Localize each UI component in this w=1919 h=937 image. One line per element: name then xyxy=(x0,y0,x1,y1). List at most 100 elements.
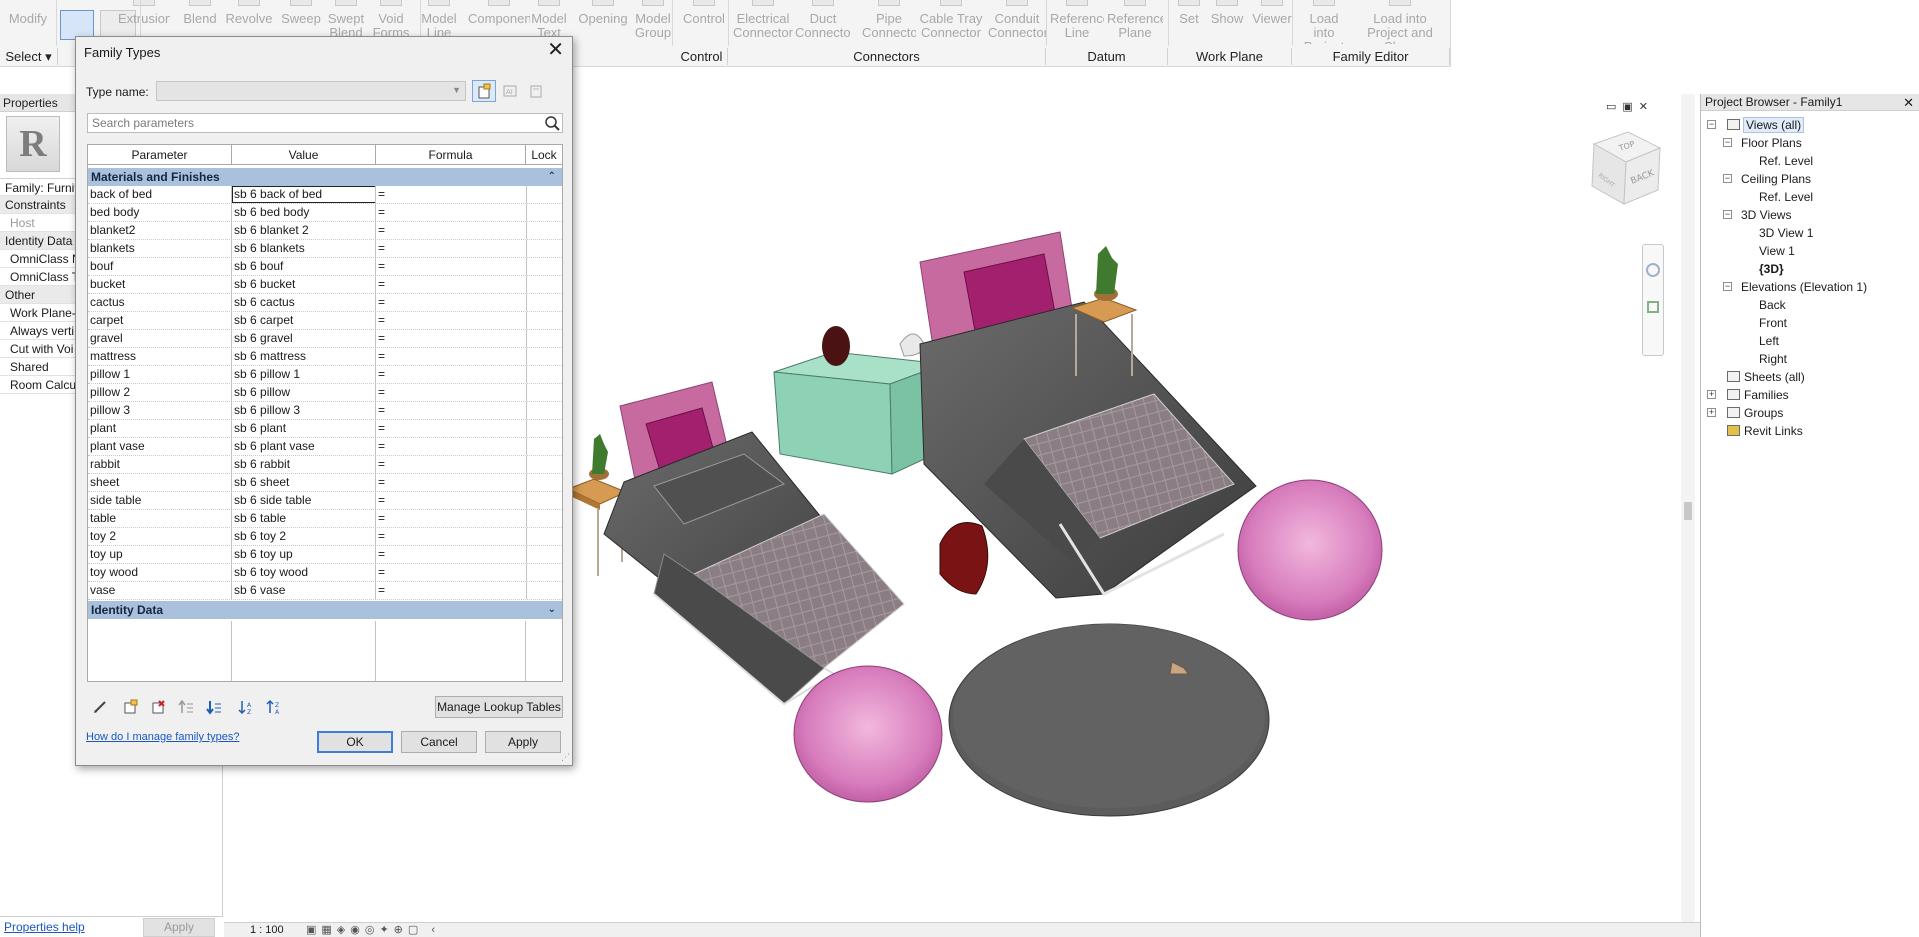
browser-node[interactable]: Ref. Level xyxy=(1759,152,1813,170)
section-identity-data[interactable]: Identity Data ⌄ xyxy=(88,601,562,619)
collapse-icon[interactable]: − xyxy=(1723,210,1732,219)
parameter-lock[interactable] xyxy=(526,564,562,581)
new-type-button[interactable] xyxy=(472,80,496,102)
parameter-row[interactable]: toy 2 sb 6 toy 2 = xyxy=(88,528,562,546)
apply-button[interactable]: Apply xyxy=(485,731,561,753)
parameter-row[interactable]: plant vase sb 6 plant vase = xyxy=(88,438,562,456)
parameter-lock[interactable] xyxy=(526,402,562,419)
browser-node[interactable]: −3D Views xyxy=(1723,206,1791,224)
parameter-row[interactable]: vase sb 6 vase = xyxy=(88,582,562,600)
properties-help-link[interactable]: Properties help xyxy=(4,920,85,934)
help-link[interactable]: How do I manage family types? xyxy=(86,731,239,743)
parameter-row[interactable]: blankets sb 6 blankets = xyxy=(88,240,562,258)
parameter-formula[interactable]: = xyxy=(378,258,524,275)
parameter-lock[interactable] xyxy=(526,474,562,491)
parameter-formula[interactable]: = xyxy=(378,384,524,401)
ribbon-tool[interactable]: Duct Connector xyxy=(795,0,851,44)
parameter-formula[interactable]: = xyxy=(378,564,524,581)
parameter-row[interactable]: blanket2 sb 6 blanket 2 = xyxy=(88,222,562,240)
parameter-lock[interactable] xyxy=(526,456,562,473)
expand-icon[interactable]: ⌄ xyxy=(548,601,556,619)
parameter-lock[interactable] xyxy=(526,384,562,401)
parameter-lock[interactable] xyxy=(526,492,562,509)
browser-node[interactable]: Front xyxy=(1759,314,1787,332)
browser-node[interactable]: − Elevations (Elevation 1) xyxy=(1723,278,1867,296)
parameter-row[interactable]: gravel sb 6 gravel = xyxy=(88,330,562,348)
parameter-value[interactable]: sb 6 pillow xyxy=(232,384,376,401)
view-vertical-scrollbar[interactable] xyxy=(1681,94,1695,922)
properties-apply-button[interactable]: Apply xyxy=(143,918,215,937)
parameter-lock[interactable] xyxy=(526,204,562,221)
parameter-row[interactable]: pillow 3 sb 6 pillow 3 = xyxy=(88,402,562,420)
rename-type-button[interactable]: AI xyxy=(498,80,522,102)
collapse-icon[interactable]: − xyxy=(1723,282,1732,291)
parameter-lock[interactable] xyxy=(526,330,562,347)
browser-node[interactable]: − Ceiling Plans xyxy=(1723,170,1811,188)
browser-node[interactable]: Revit Links xyxy=(1727,422,1803,440)
parameter-formula[interactable]: = xyxy=(378,222,524,239)
browser-node[interactable]: 3D View 1 xyxy=(1759,224,1813,242)
select-dropdown[interactable]: Select ▾ xyxy=(0,48,58,65)
parameter-lock[interactable] xyxy=(526,366,562,383)
ok-button[interactable]: OK xyxy=(317,731,393,753)
browser-node[interactable]: Left xyxy=(1759,332,1779,350)
ribbon-tool[interactable]: Opening xyxy=(577,0,629,44)
parameter-formula[interactable]: = xyxy=(378,474,524,491)
parameter-formula[interactable]: = xyxy=(378,348,524,365)
parameter-formula[interactable]: = xyxy=(378,402,524,419)
parameter-lock[interactable] xyxy=(526,438,562,455)
parameter-formula[interactable]: = xyxy=(378,420,524,437)
parameter-row[interactable]: cactus sb 6 cactus = xyxy=(88,294,562,312)
parameter-row[interactable]: rabbit sb 6 rabbit = xyxy=(88,456,562,474)
ribbon-tool[interactable]: Pipe Connector xyxy=(862,0,916,44)
parameter-lock[interactable] xyxy=(526,294,562,311)
browser-node[interactable]: + Groups xyxy=(1707,404,1783,422)
expand-icon[interactable]: + xyxy=(1707,390,1716,399)
parameter-row[interactable]: pillow 1 sb 6 pillow 1 = xyxy=(88,366,562,384)
column-formula[interactable]: Formula xyxy=(376,145,526,165)
browser-node[interactable]: Sheets (all) xyxy=(1727,368,1805,386)
new-parameter-button[interactable] xyxy=(119,696,141,718)
parameter-formula[interactable]: = xyxy=(378,276,524,293)
parameter-formula[interactable]: = xyxy=(378,528,524,545)
ribbon-tool[interactable]: Model Group xyxy=(630,0,676,44)
sort-descending-button[interactable]: ZA xyxy=(263,696,285,718)
section-materials-and-finishes[interactable]: Materials and Finishes ⌃ xyxy=(88,168,562,186)
search-icon[interactable] xyxy=(544,115,560,131)
browser-node[interactable]: Ref. Level xyxy=(1759,188,1813,206)
parameter-lock[interactable] xyxy=(526,240,562,257)
parameter-lock[interactable] xyxy=(526,276,562,293)
parameter-value[interactable]: sb 6 cactus xyxy=(232,294,376,311)
parameter-formula[interactable]: = xyxy=(378,240,524,257)
ribbon-tool[interactable]: Electrical Connector xyxy=(733,0,793,44)
parameter-formula[interactable]: = xyxy=(378,582,524,599)
parameter-value[interactable]: sb 6 toy up xyxy=(232,546,376,563)
parameter-formula[interactable]: = xyxy=(378,330,524,347)
ribbon-tool[interactable]: Cable Tray Connector xyxy=(918,0,984,44)
edit-parameter-button[interactable] xyxy=(89,696,111,718)
parameter-formula[interactable]: = xyxy=(378,294,524,311)
parameter-lock[interactable] xyxy=(526,420,562,437)
parameter-value[interactable]: sb 6 bed body xyxy=(232,204,376,221)
parameter-formula[interactable]: = xyxy=(378,546,524,563)
parameter-row[interactable]: bouf sb 6 bouf = xyxy=(88,258,562,276)
parameter-formula[interactable]: = xyxy=(378,438,524,455)
ribbon-tool[interactable]: Control xyxy=(682,0,726,44)
parameter-value[interactable]: sb 6 table xyxy=(232,510,376,527)
parameter-value[interactable]: sb 6 side table xyxy=(232,492,376,509)
parameter-value[interactable]: sb 6 plant xyxy=(232,420,376,437)
parameter-value[interactable]: sb 6 gravel xyxy=(232,330,376,347)
parameter-value[interactable]: sb 6 carpet xyxy=(232,312,376,329)
parameter-row[interactable]: pillow 2 sb 6 pillow = xyxy=(88,384,562,402)
scrollbar-thumb[interactable] xyxy=(1684,502,1692,520)
parameter-formula[interactable]: = xyxy=(378,186,524,203)
parameter-row[interactable]: sheet sb 6 sheet = xyxy=(88,474,562,492)
parameter-lock[interactable] xyxy=(526,546,562,563)
sort-ascending-button[interactable]: AZ xyxy=(235,696,257,718)
column-lock[interactable]: Lock xyxy=(526,145,562,165)
parameter-row[interactable]: back of bed sb 6 back of bed = xyxy=(88,186,562,204)
modify-tool[interactable]: Modify xyxy=(0,0,56,46)
parameter-value[interactable]: sb 6 blankets xyxy=(232,240,376,257)
collapse-icon[interactable]: ⌃ xyxy=(548,168,556,186)
move-up-button[interactable] xyxy=(175,696,197,718)
